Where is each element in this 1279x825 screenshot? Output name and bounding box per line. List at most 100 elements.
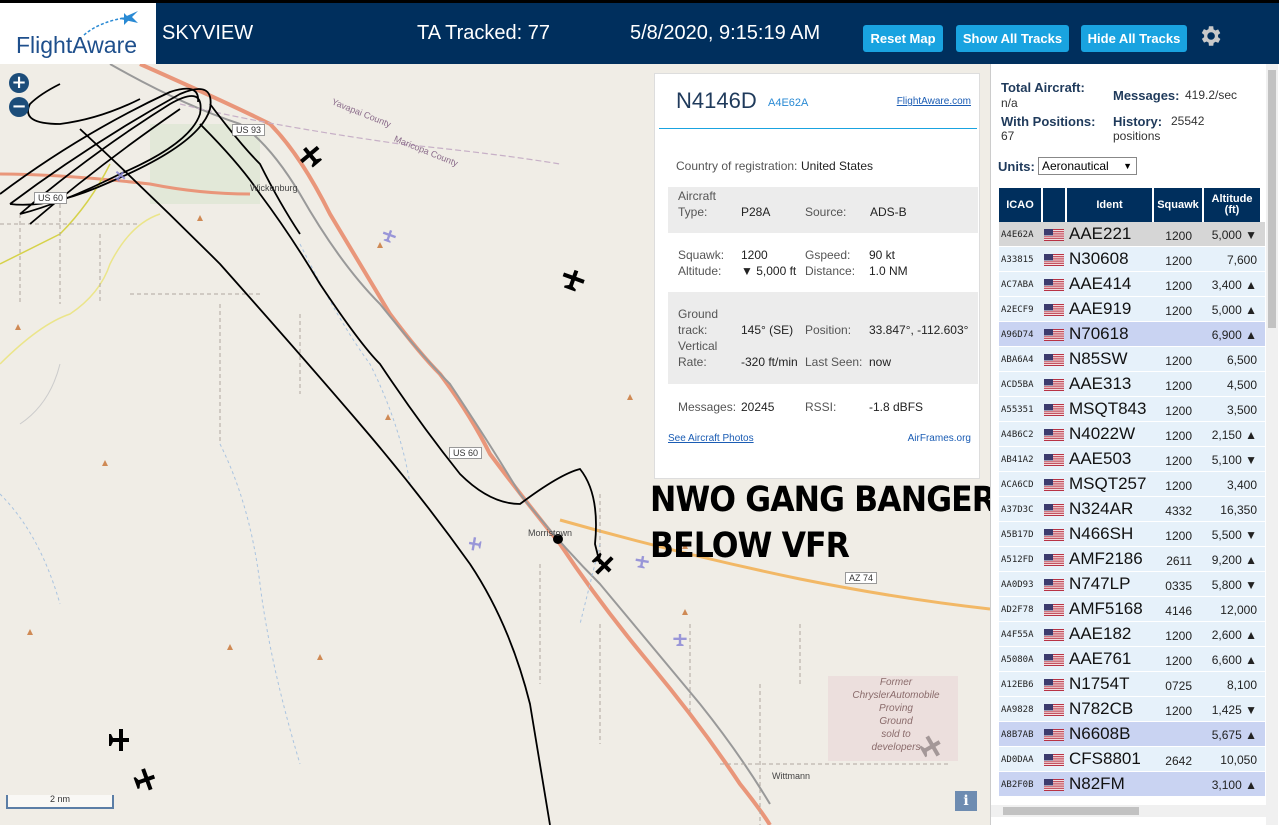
row-icao: AA0D93 [1001,580,1034,590]
table-row[interactable]: A4B6C2 N4022W 1200 2,150 ▲ [999,422,1265,447]
show-all-tracks-button[interactable]: Show All Tracks [956,25,1069,52]
row-altitude: 3,100 ▲ [1211,778,1257,792]
us-flag-icon [1044,728,1064,741]
row-squawk: 1200 [1165,479,1192,493]
col-flag[interactable] [1043,188,1065,222]
table-row[interactable]: A4F55A AAE182 1200 2,600 ▲ [999,622,1265,647]
table-row[interactable]: A2ECF9 AAE919 1200 5,000 ▲ [999,297,1265,322]
flightaware-logo[interactable]: FlightAware [0,3,156,64]
table-row[interactable]: A8B7AB N6608B 5,675 ▲ [999,722,1265,747]
table-row[interactable]: A5B17D N466SH 1200 5,500 ▼ [999,522,1265,547]
table-row[interactable]: AA9828 N782CB 1200 1,425 ▼ [999,697,1265,722]
messages-rate-value: 419.2/sec [1185,88,1238,102]
row-ident: N1754T [1069,674,1130,693]
row-ident: AAE503 [1069,449,1132,468]
row-squawk: 4146 [1165,604,1192,618]
row-squawk: 1200 [1165,354,1192,368]
units-label: Units: [998,159,1035,174]
row-squawk: 1200 [1165,304,1192,318]
chevron-down-icon: ▼ [1123,161,1132,171]
table-row[interactable]: A512FD AMF2186 2611 9,200 ▲ [999,547,1265,572]
table-row[interactable]: A96D74 N70618 6,900 ▲ [999,322,1265,347]
row-altitude: 2,150 ▲ [1211,428,1257,442]
col-ident[interactable]: Ident [1067,188,1152,222]
popup-ident: N4146D [676,88,757,113]
table-row[interactable]: AD2F78 AMF5168 4146 12,000 [999,597,1265,622]
table-row[interactable]: A37D3C N324AR 4332 16,350 [999,497,1265,522]
row-altitude: 5,000 ▲ [1211,303,1257,317]
zoom-out-button[interactable]: − [9,97,29,117]
squawk-value: 1200 [741,248,768,262]
table-row[interactable]: AD0DAA CFS8801 2642 10,050 [999,747,1265,772]
flightaware-link[interactable]: FlightAware.com [897,96,971,107]
source-value: ADS-B [870,205,907,219]
gear-icon[interactable] [1197,23,1223,49]
row-altitude: 3,400 ▲ [1211,278,1257,292]
row-icao: A55351 [1001,405,1034,415]
row-altitude: 6,600 ▲ [1211,653,1257,667]
aircraft-type-label: Aircraft [678,189,717,203]
us-flag-icon [1044,403,1064,416]
table-row[interactable]: ABA6A4 N85SW 1200 6,500 [999,347,1265,372]
row-squawk: 1200 [1165,404,1192,418]
us-flag-icon [1044,428,1064,441]
us-flag-icon [1044,253,1064,266]
total-aircraft-value: n/a [1001,96,1018,110]
row-squawk: 1200 [1165,629,1192,643]
zoom-in-button[interactable]: + [9,73,29,93]
aircraft-type-value: P28A [741,205,771,219]
col-altitude-unit: (ft) [1224,204,1240,216]
popup-hex-id: A4E62A [768,97,809,109]
table-row[interactable]: AB41A2 AAE503 1200 5,100 ▼ [999,447,1265,472]
scale-bar: 2 nm [6,794,114,809]
table-row[interactable]: ACA6CD MSQT257 1200 3,400 [999,472,1265,497]
row-squawk: 1200 [1165,704,1192,718]
airframes-link[interactable]: AirFrames.org [908,433,971,444]
row-ident: N6608B [1069,724,1131,743]
row-ident: MSQT257 [1069,474,1147,493]
col-icao[interactable]: ICAO [999,188,1041,222]
altitude-label: Altitude: [678,264,722,278]
caption-line-1: NWO GANG BANGER [650,480,990,520]
table-row[interactable]: AC7ABA AAE414 1200 3,400 ▲ [999,272,1265,297]
table-row[interactable]: ACD5BA AAE313 1200 4,500 [999,372,1265,397]
proving-ground-line: Ground [879,716,913,727]
scrollbar-thumb[interactable] [1268,70,1276,328]
messages-value: 20245 [741,400,775,414]
vertical-scrollbar[interactable] [1266,64,1278,825]
row-ident: N782CB [1069,699,1134,718]
table-row[interactable]: A4E62A AAE221 1200 5,000 ▼ [999,222,1265,247]
table-row[interactable]: A55351 MSQT843 1200 3,500 [999,397,1265,422]
row-icao: A12EB6 [1001,680,1034,690]
horizontal-scrollbar[interactable] [991,805,1266,817]
row-ident: N30608 [1069,249,1129,268]
table-row[interactable]: A5080A AAE761 1200 6,600 ▲ [999,647,1265,672]
col-altitude[interactable]: Altitude (ft) [1204,188,1260,222]
row-altitude: 6,500 [1226,353,1257,367]
table-row[interactable]: AA0D93 N747LP 0335 5,800 ▼ [999,572,1265,597]
squawk-label: Squawk: [678,248,725,262]
history-value: 25542 [1171,114,1205,128]
proving-ground-line: Proving [879,703,913,714]
table-row[interactable]: A33815 N30608 1200 7,600 [999,247,1265,272]
us-flag-icon [1044,553,1064,566]
scrollbar-thumb[interactable] [1003,807,1139,815]
map-info-button[interactable]: i [955,791,977,811]
table-row[interactable]: AB2F0B N82FM 3,100 ▲ [999,772,1265,797]
col-squawk[interactable]: Squawk [1154,188,1202,222]
units-select[interactable]: Aeronautical ▼ [1038,157,1137,175]
aircraft-type-label-2: Type: [678,205,708,219]
row-ident: N466SH [1069,524,1134,543]
last-seen-label: Last Seen: [805,355,863,369]
road-label-az74: AZ 74 [845,572,878,584]
hide-all-tracks-button[interactable]: Hide All Tracks [1081,25,1187,52]
row-icao: AB41A2 [1001,455,1034,465]
aircraft-photos-link[interactable]: See Aircraft Photos [668,433,754,444]
reset-map-button[interactable]: Reset Map [863,25,943,52]
caption-line-2: BELOW VFR [650,526,850,566]
history-positions: positions [1113,129,1161,143]
row-altitude: 5,675 ▲ [1211,728,1257,742]
table-row[interactable]: A12EB6 N1754T 0725 8,100 [999,672,1265,697]
us-flag-icon [1044,503,1064,516]
us-flag-icon [1044,328,1064,341]
